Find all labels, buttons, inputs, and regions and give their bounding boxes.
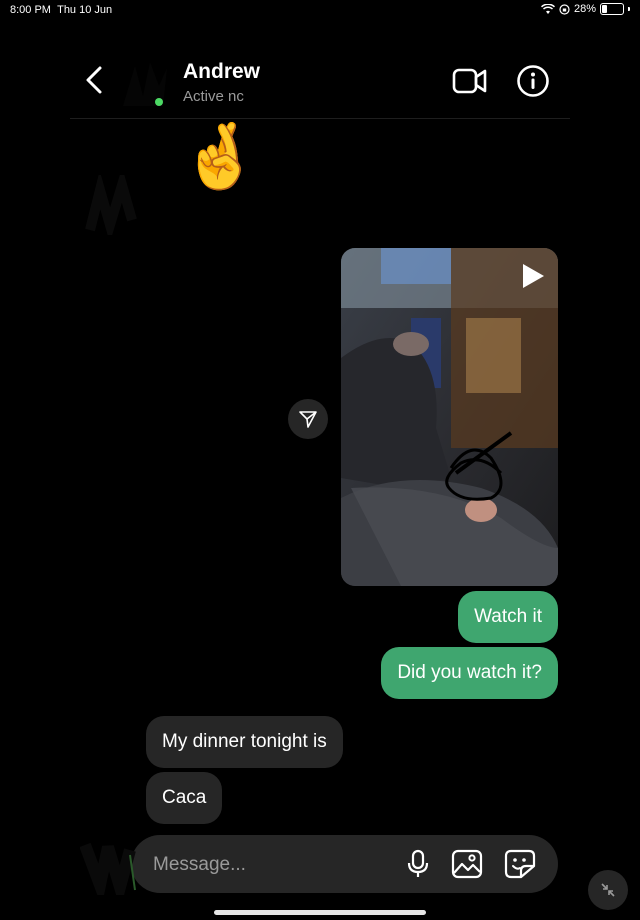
received-message[interactable]: My dinner tonight is: [146, 716, 343, 768]
redaction-scribble: [80, 842, 136, 895]
redaction-scribble: [260, 54, 360, 114]
microphone-icon: [407, 849, 429, 877]
back-chevron-icon: [86, 66, 102, 94]
video-call-button[interactable]: [452, 64, 488, 98]
lock-rotation-icon: [559, 3, 570, 15]
battery-percent: 28%: [573, 3, 596, 15]
minimize-arrows-icon: [601, 883, 615, 897]
sticker-button[interactable]: [503, 848, 537, 880]
date-label: Thu 10 Jun: [57, 4, 113, 16]
back-button[interactable]: [80, 64, 108, 96]
home-indicator[interactable]: [214, 910, 426, 915]
minimize-button[interactable]: [588, 870, 628, 910]
info-icon: [517, 65, 549, 97]
share-button[interactable]: [288, 399, 328, 439]
video-message[interactable]: [341, 248, 558, 586]
send-icon: [299, 411, 317, 428]
contact-name[interactable]: Andrew: [183, 60, 260, 84]
chat-header: Andrew Active nc: [70, 50, 570, 119]
video-call-icon: [452, 68, 487, 94]
emoji-message[interactable]: 🤞: [180, 124, 260, 188]
gallery-icon: [451, 849, 483, 879]
status-indicators: 28%: [540, 3, 630, 15]
status-time: 8:00 PM Thu 10 Jun: [10, 4, 112, 16]
sticker-icon: [504, 849, 536, 879]
sent-message[interactable]: Did you watch it?: [381, 647, 558, 699]
received-message[interactable]: Caca: [146, 772, 223, 824]
video-thumbnail: [341, 248, 558, 586]
status-bar: 8:00 PM Thu 10 Jun 28%: [0, 0, 640, 20]
wifi-icon: [540, 3, 555, 14]
battery-icon: [600, 3, 624, 15]
message-input[interactable]: [151, 853, 385, 877]
sent-message[interactable]: Watch it: [458, 591, 558, 643]
play-icon: [523, 264, 544, 288]
message-composer: [131, 835, 558, 893]
info-button[interactable]: [516, 64, 550, 98]
voice-message-button[interactable]: [403, 849, 433, 879]
gallery-button[interactable]: [451, 849, 483, 879]
redaction-scribble: [85, 175, 137, 235]
time-label: 8:00 PM: [10, 4, 51, 16]
contact-status: Active nc: [183, 88, 244, 105]
avatar[interactable]: [115, 56, 175, 112]
